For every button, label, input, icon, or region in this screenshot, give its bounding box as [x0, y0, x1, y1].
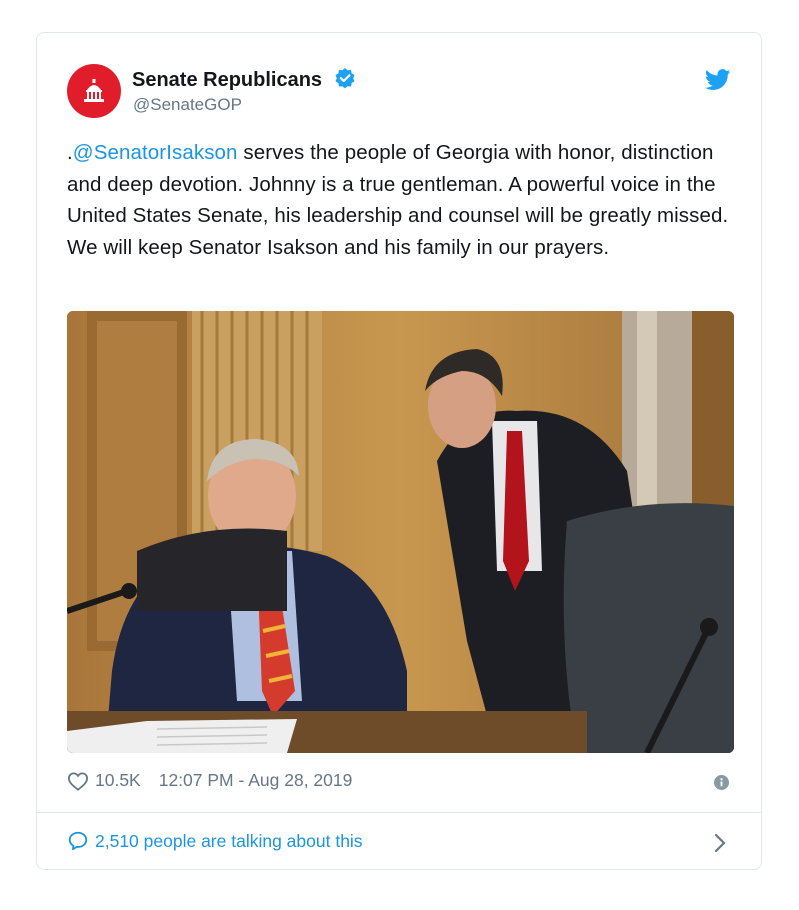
- capitol-dome-icon: [84, 79, 104, 102]
- twitter-bird-icon[interactable]: [705, 69, 731, 91]
- timestamp[interactable]: 12:07 PM - Aug 28, 2019: [159, 770, 353, 791]
- tweet-meta: 10.5K 12:07 PM - Aug 28, 2019: [67, 770, 352, 791]
- heart-icon[interactable]: [67, 771, 89, 791]
- mention-link[interactable]: @SenatorIsakson: [73, 141, 238, 164]
- chevron-right-icon[interactable]: [713, 833, 727, 853]
- info-icon[interactable]: [714, 775, 729, 790]
- author-name-row[interactable]: Senate Republicans: [132, 67, 356, 92]
- conversation-link[interactable]: 2,510 people are talking about this: [67, 830, 363, 852]
- speech-bubble-icon: [68, 831, 88, 851]
- divider: [37, 812, 761, 813]
- verified-badge-icon: [335, 68, 355, 89]
- talking-count[interactable]: 2,510 people are talking about this: [95, 831, 363, 852]
- senators-photo-illustration: [67, 311, 734, 753]
- tweet-text: .@SenatorIsakson serves the people of Ge…: [67, 137, 737, 263]
- author-name[interactable]: Senate Republicans: [132, 69, 322, 91]
- tweet-card: Senate Republicans @SenateGOP .@SenatorI…: [36, 32, 762, 870]
- like-count[interactable]: 10.5K: [95, 770, 141, 791]
- avatar[interactable]: [67, 64, 121, 118]
- author-handle[interactable]: @SenateGOP: [133, 95, 242, 115]
- tweet-photo[interactable]: [67, 311, 734, 753]
